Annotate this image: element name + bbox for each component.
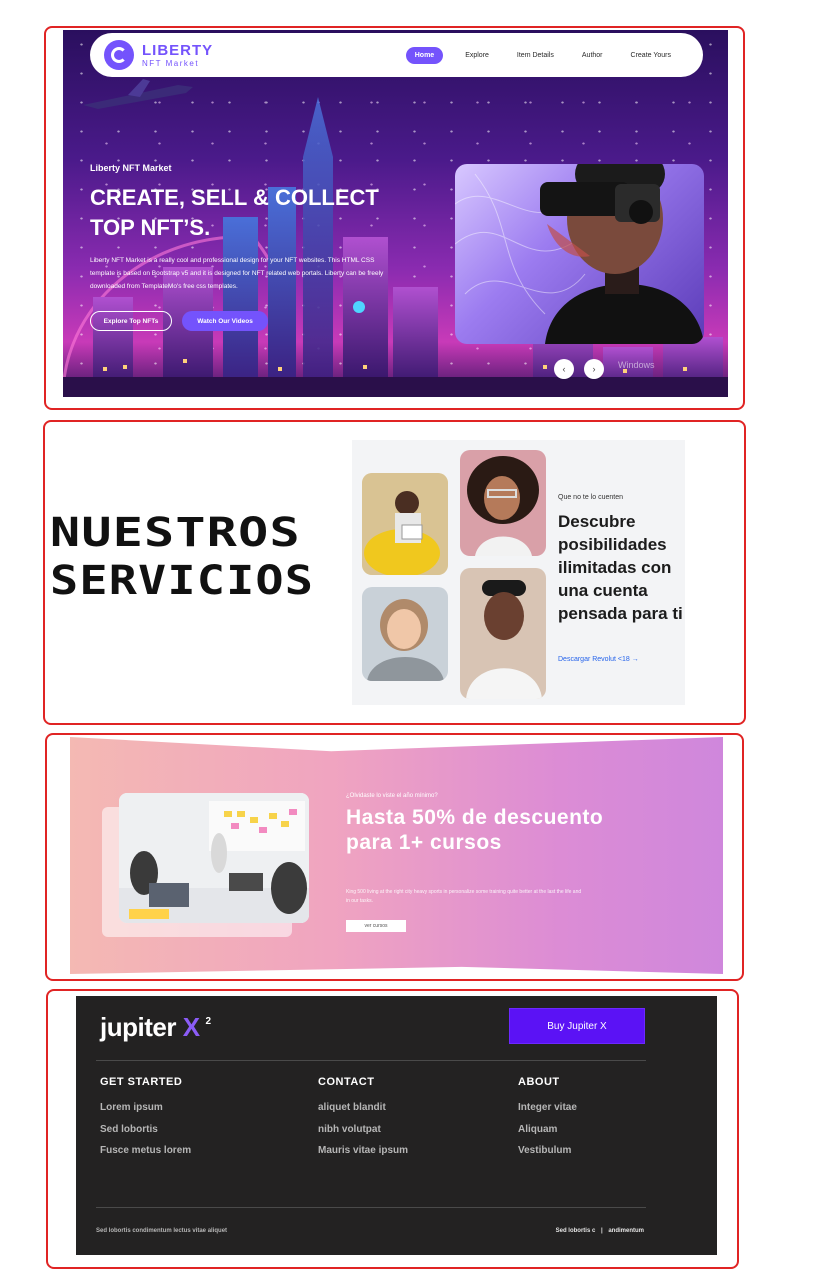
nav-author[interactable]: Author — [576, 48, 609, 63]
footer-link[interactable]: Vestibulum — [518, 1145, 577, 1167]
logo-x: X — [182, 1012, 200, 1042]
watch-videos-button[interactable]: Watch Our Videos — [182, 311, 268, 331]
liberty-logo-icon[interactable] — [104, 40, 134, 70]
footer-link[interactable]: Lorem ipsum — [100, 1102, 191, 1124]
footer-divider-bottom — [96, 1207, 646, 1208]
photo-girl-reading — [362, 473, 448, 575]
promo-banner: ¿Olvidaste lo viste el año mínimo? Hasta… — [70, 737, 723, 974]
footer-link[interactable]: Integer vitae — [518, 1102, 577, 1124]
promo-description: King 500 living at the right city heavy … — [346, 889, 582, 904]
hero-title-line1: CREATE, SELL & COLLECT — [90, 185, 379, 210]
footer-bottom-link[interactable]: Sed lobortis c — [556, 1228, 596, 1234]
footer-bottom-separator: | — [600, 1228, 603, 1234]
buy-jupiter-x-button[interactable]: Buy Jupiter X — [509, 1008, 645, 1044]
footer-copyright: Sed lobortis condimentum lectus vitae al… — [96, 1228, 228, 1234]
hero-section: LIBERTY NFT Market Home Explore Item Det… — [63, 30, 728, 397]
footer-link[interactable]: Aliquam — [518, 1124, 577, 1146]
services-panel: Que no te lo cuenten Descubre posibilida… — [352, 440, 685, 705]
footer-column-get-started: GET STARTED Lorem ipsum Sed lobortis Fus… — [100, 1076, 191, 1167]
footer-column-title: CONTACT — [318, 1076, 375, 1088]
logo-word: jupiter — [100, 1012, 176, 1042]
services-title-line2: SERVICIOS — [50, 558, 315, 604]
footer: jupiter X2 Buy Jupiter X GET STARTED Lor… — [76, 996, 717, 1255]
navbar: LIBERTY NFT Market Home Explore Item Det… — [90, 33, 703, 77]
footer-link[interactable]: Sed lobortis — [100, 1124, 191, 1146]
nav-create-yours[interactable]: Create Yours — [625, 48, 677, 63]
hero-label: Liberty NFT Market — [90, 163, 172, 173]
nav-item-details[interactable]: Item Details — [511, 48, 560, 63]
promo-title: Hasta 50% de descuento para 1+ cursos — [346, 806, 604, 854]
jupiter-x-logo[interactable]: jupiter X2 — [100, 1012, 211, 1043]
hero-description: Liberty NFT Market is a really cool and … — [90, 257, 384, 290]
services-title-line1: NUESTROS — [50, 510, 301, 556]
explore-top-nfts-button[interactable]: Explore Top NFTs — [90, 311, 172, 331]
nav-links: Home Explore Item Details Author Create … — [405, 46, 677, 64]
promo-eyebrow: ¿Olvidaste lo viste el año mínimo? — [346, 793, 438, 799]
footer-link[interactable]: Fusce metus lorem — [100, 1145, 191, 1167]
photo-young-man-cap — [460, 568, 546, 699]
footer-column-contact: CONTACT aliquet blandit nibh volutpat Ma… — [318, 1076, 408, 1167]
windows-watermark: Windows — [618, 360, 655, 370]
download-revolut-link[interactable]: Descargar Revolut <18 → — [558, 656, 639, 663]
photo-girl-hoodie — [362, 587, 448, 681]
services-heading: Descubre posibilidades ilimitadas con un… — [558, 512, 683, 623]
footer-column-about: ABOUT Integer vitae Aliquam Vestibulum — [518, 1076, 577, 1167]
vr-man-illustration — [455, 164, 704, 344]
footer-link[interactable]: nibh volutpat — [318, 1124, 408, 1146]
slider-next-button[interactable]: › — [584, 359, 604, 379]
services-eyebrow: Que no te lo cuenten — [558, 494, 623, 501]
logo-superscript: 2 — [205, 1016, 212, 1027]
promo-team-image — [119, 793, 309, 923]
nav-home[interactable]: Home — [405, 46, 444, 64]
footer-bottom-links: Sed lobortis c | andimentum — [556, 1228, 644, 1234]
footer-column-title: GET STARTED — [100, 1076, 183, 1088]
footer-link[interactable]: aliquet blandit — [318, 1102, 408, 1124]
logo-subtitle: NFT Market — [142, 58, 200, 68]
view-courses-button[interactable]: ver cursos — [346, 920, 406, 932]
site-logo[interactable]: LIBERTY NFT Market — [142, 43, 213, 68]
footer-divider-top — [96, 1060, 646, 1061]
footer-link[interactable]: Mauris vitae ipsum — [318, 1145, 408, 1167]
slider-prev-button[interactable]: ‹ — [554, 359, 574, 379]
nav-explore[interactable]: Explore — [459, 48, 495, 63]
hero-title: CREATE, SELL & COLLECT TOP NFT’S. — [90, 183, 390, 243]
footer-column-title: ABOUT — [518, 1076, 560, 1088]
photo-woman-glasses — [460, 450, 546, 556]
hero-vr-image — [455, 164, 704, 344]
footer-bottom-link[interactable]: andimentum — [608, 1228, 644, 1234]
hero-title-line2: TOP NFT’S. — [90, 215, 211, 240]
logo-name: LIBERTY — [142, 41, 214, 59]
